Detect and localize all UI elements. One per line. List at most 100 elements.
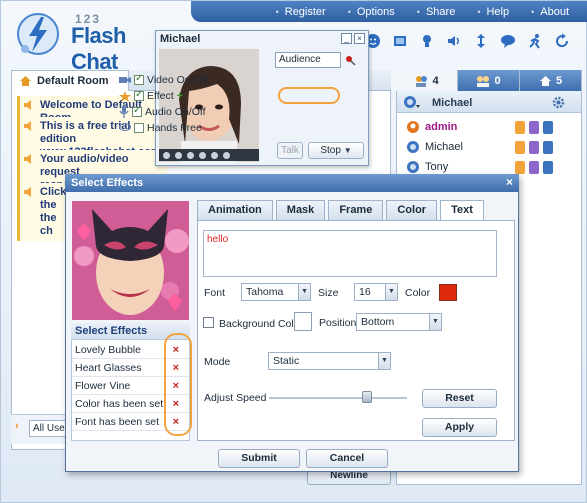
text-color-swatch[interactable] [439,284,457,301]
chevron-down-icon: ▼ [429,314,441,330]
reset-button[interactable]: Reset [422,389,497,408]
tab-text[interactable]: Text [440,200,484,220]
video-controls[interactable] [159,149,259,161]
close-icon[interactable]: × [354,33,365,44]
tab-rooms[interactable]: 5 [520,70,582,91]
background-color-checkbox[interactable] [203,317,214,328]
camera-icon [119,77,131,83]
effect-checkbox[interactable] [134,89,144,101]
room-tab-label: Default Room [37,75,109,87]
size-label: Size [318,287,339,299]
star-icon [119,90,131,102]
speed-slider-thumb[interactable] [361,391,372,403]
font-select[interactable]: Tahoma ▼ [241,283,311,301]
apply-button[interactable]: Apply [422,418,497,437]
remove-highlight-ring [164,333,192,436]
handsfree-toggle-option[interactable]: Hands Free [119,122,202,134]
webcam-icon [529,141,539,154]
gear-icon[interactable] [552,96,565,109]
nav-help[interactable]: Help [466,6,520,18]
stop-button[interactable]: Stop ▼ [308,142,364,159]
position-select[interactable]: Bottom ▼ [356,313,442,331]
color-label: Color [405,287,431,299]
image-icon[interactable] [390,31,410,51]
submit-button[interactable]: Submit [218,449,300,468]
logo-bolt-icon [17,13,59,55]
home-icon [539,75,551,86]
mic-icon [515,161,525,174]
status-icon[interactable] [403,95,421,109]
mic-icon [515,121,525,134]
users-icon [416,75,428,87]
volume-icon[interactable] [444,31,464,51]
tab-users[interactable]: 4 [396,70,458,91]
toolbar [363,31,572,57]
chevron-down-icon: ▼ [385,284,397,300]
arrow-right-icon[interactable]: › [15,420,27,437]
audio-checkbox[interactable] [132,105,142,117]
user-status-icon [407,161,419,173]
user-row-michael[interactable]: Michael [397,138,581,158]
tab-animation[interactable]: Animation [197,200,273,220]
position-label: Position [319,317,357,329]
speed-label: Adjust Speed [204,392,267,404]
webcam-icon [529,161,539,174]
runner-icon[interactable] [525,31,545,51]
tab-groups[interactable]: 0 [458,70,520,91]
refresh-icon[interactable] [552,31,572,51]
group-icon [477,75,490,87]
add-icon: + [176,90,183,102]
audience-select[interactable]: Audience [275,52,341,68]
video-toggle-option[interactable]: Video On/Off [119,73,207,86]
user-row-admin[interactable]: admin [397,118,581,138]
current-user-name: Michael [432,97,473,109]
speaker-icon [24,154,31,164]
preview-image [72,201,189,320]
speaker-icon [24,187,31,197]
size-select[interactable]: 16 ▼ [354,283,398,301]
house-icon [20,76,31,86]
app-logo: 123 Flash Chat [15,9,175,74]
pin-icon[interactable] [344,54,356,66]
effect-text-input[interactable]: hello [203,230,497,277]
chevron-down-icon: ▼ [298,284,310,300]
app-window: Register Options Share Help About 123 Fl… [0,0,587,503]
effect-preview [72,201,189,320]
profile-icon [543,121,553,134]
nav-share[interactable]: Share [406,6,467,18]
video-window-title: Michael [160,33,201,45]
background-color-swatch[interactable] [294,312,312,331]
mode-label: Mode [204,356,231,368]
profile-icon [543,161,553,174]
chat-bubble-icon[interactable] [498,31,518,51]
updown-icon[interactable] [471,31,491,51]
close-icon[interactable]: × [503,176,516,189]
audio-toggle-option[interactable]: Audio On/Off [119,105,206,118]
tab-mask[interactable]: Mask [275,200,326,220]
top-navigation: Register Options Share Help About [191,1,587,22]
mic-icon [515,141,525,154]
profile-icon [543,141,553,154]
tab-frame[interactable]: Frame [328,200,384,220]
nav-options[interactable]: Options [337,6,406,18]
mode-select[interactable]: Static ▼ [268,352,391,370]
background-color-label: Background Color [219,318,304,330]
nav-register[interactable]: Register [265,6,337,18]
recipient-select[interactable]: All Users [29,420,69,437]
nav-about[interactable]: About [520,6,580,18]
admin-icon [407,121,419,133]
talk-button[interactable]: Talk [277,142,303,159]
tab-default-room[interactable]: Default Room [11,70,129,91]
video-checkbox[interactable] [134,73,144,85]
effects-tabs: Animation Mask Frame Color Text [197,200,515,220]
effect-highlight-ring [278,87,340,104]
speech-bubble-icon [119,123,131,131]
minimize-icon[interactable]: _ [341,33,352,44]
cancel-button[interactable]: Cancel [306,449,388,468]
microphone-icon [119,106,129,118]
tab-color[interactable]: Color [386,200,438,220]
user-icon[interactable] [417,31,437,51]
handsfree-checkbox[interactable] [134,123,144,133]
speed-slider-track[interactable] [269,397,407,399]
effect-toggle-option[interactable]: Effect + [119,89,183,102]
